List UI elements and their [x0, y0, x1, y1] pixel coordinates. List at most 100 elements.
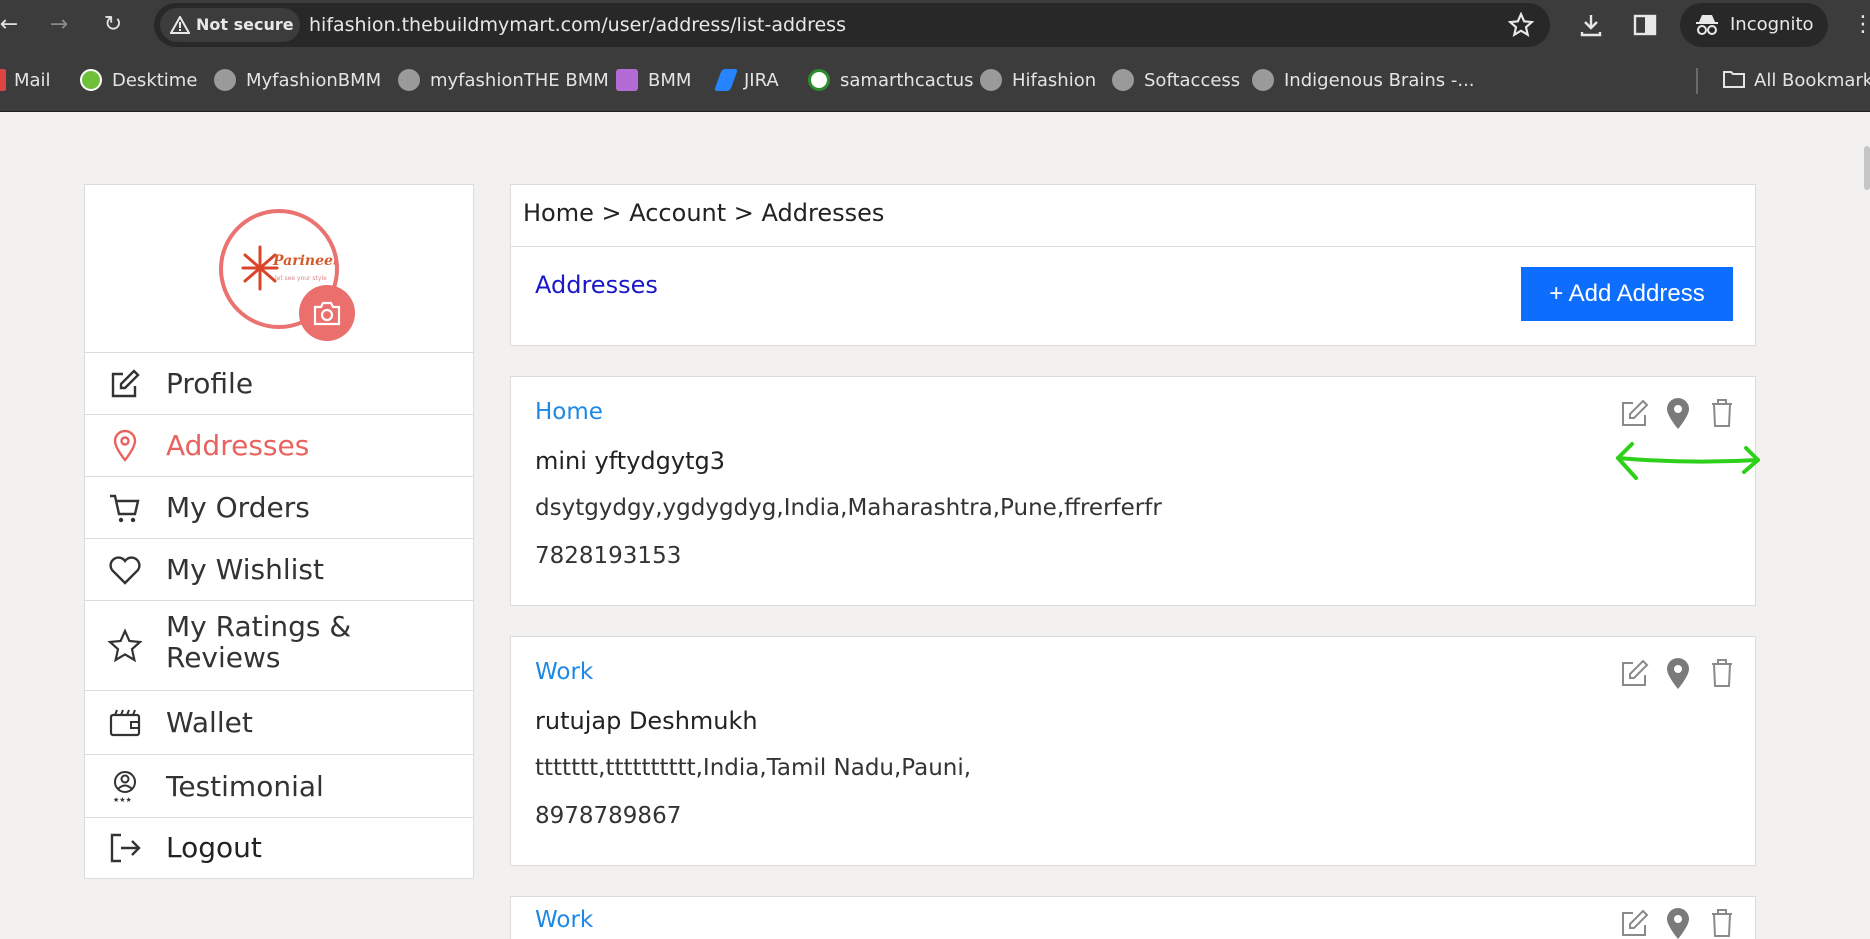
avatar-section: Parineeti let see your style — [85, 185, 473, 353]
logout-icon — [110, 833, 141, 863]
gmail-icon — [0, 69, 6, 91]
address-type: Work — [535, 907, 594, 933]
main-content: Home > Account > Addresses Addresses + A… — [510, 184, 1756, 939]
trash-icon[interactable] — [1707, 397, 1737, 429]
bmm-logo-icon — [616, 69, 638, 91]
globe-icon — [398, 69, 420, 91]
globe-icon — [980, 69, 1002, 91]
change-photo-button[interactable] — [299, 285, 355, 341]
sidebar-item-profile[interactable]: Profile — [85, 353, 473, 415]
sidebar-item-label: Wallet — [166, 706, 253, 739]
camera-icon — [313, 301, 341, 326]
address-bar[interactable]: Not secure hifashion.thebuildmymart.com/… — [154, 3, 1550, 47]
breadcrumb-text[interactable]: Home > Account > Addresses — [523, 199, 884, 227]
account-sidebar: Parineeti let see your style Profile Add… — [84, 184, 474, 879]
browser-toolbar: ← → ↻ Not secure hifashion.thebuildmymar… — [0, 0, 1870, 50]
wallet-icon — [109, 709, 141, 737]
double-arrow-annotation-icon — [1616, 442, 1760, 480]
cactus-icon — [808, 69, 830, 91]
bookmark-myfashionbmm[interactable]: MyfashionBMM — [214, 66, 381, 96]
url-text[interactable]: hifashion.thebuildmymart.com/user/addres… — [309, 3, 846, 47]
logo-text: Parineeti — [273, 253, 339, 269]
location-pin-icon[interactable] — [1663, 907, 1693, 939]
edit-icon — [111, 369, 140, 398]
forward-icon[interactable]: → — [44, 10, 74, 40]
bookmark-samarthcactus[interactable]: samarthcactus — [808, 66, 974, 96]
testimonial-icon: ★★★ — [113, 771, 136, 804]
incognito-indicator[interactable]: Incognito — [1680, 3, 1828, 47]
star-icon — [107, 628, 143, 663]
bookmark-indigenous-brains[interactable]: Indigenous Brains -... — [1252, 66, 1475, 96]
bookmark-bmm[interactable]: BMM — [616, 66, 691, 96]
trash-icon[interactable] — [1707, 907, 1737, 939]
sidebar-item-testimonial[interactable]: ★★★ Testimonial — [85, 755, 473, 818]
globe-icon — [1252, 69, 1274, 91]
bookmark-desktime[interactable]: Desktime — [80, 66, 197, 96]
svg-text:★★★: ★★★ — [113, 796, 132, 804]
scrollbar-thumb[interactable] — [1864, 146, 1870, 190]
sidebar-item-label: Testimonial — [166, 770, 324, 803]
download-icon[interactable] — [1576, 10, 1606, 40]
bookmarks-bar: Mail Desktime MyfashionBMM myfashionTHE … — [0, 50, 1870, 112]
edit-icon[interactable] — [1619, 907, 1649, 939]
sidebar-item-label: My Orders — [166, 491, 310, 524]
bookmark-softaccess[interactable]: Softaccess — [1112, 66, 1240, 96]
address-name: mini yftydgytg3 — [535, 447, 725, 475]
security-label: Not secure — [196, 15, 294, 34]
bookmark-myfashionthebmm[interactable]: myfashionTHE BMM — [398, 66, 609, 96]
location-pin-icon[interactable] — [1663, 397, 1693, 429]
bookmark-mail[interactable]: Mail — [0, 66, 51, 96]
page-title: Addresses — [535, 271, 658, 299]
all-bookmarks[interactable]: All Bookmarks — [1722, 66, 1870, 96]
sidebar-item-logout[interactable]: Logout — [85, 818, 473, 878]
address-card: Home mini yftydgytg3 dsytgydgy,ygdygdyg,… — [510, 376, 1756, 606]
sidebar-item-wallet[interactable]: Wallet — [85, 691, 473, 755]
location-pin-icon — [113, 429, 137, 462]
incognito-icon — [1696, 15, 1718, 35]
edit-icon[interactable] — [1619, 397, 1649, 429]
address-type: Work — [535, 659, 594, 685]
location-pin-icon[interactable] — [1663, 657, 1693, 689]
address-line: ttttttt,tttttttttt,India,Tamil Nadu,Paun… — [535, 755, 972, 781]
sidebar-item-addresses[interactable]: Addresses — [85, 415, 473, 477]
address-name: rutujap Deshmukh — [535, 707, 758, 735]
addresses-header: Addresses + Add Address — [510, 246, 1756, 346]
address-card: Work rutujap Deshmukh ttttttt,tttttttttt… — [510, 636, 1756, 866]
cart-icon — [110, 494, 140, 523]
edit-icon[interactable] — [1619, 657, 1649, 689]
heart-icon — [109, 556, 141, 585]
address-card: Work — [510, 896, 1756, 939]
sidebar-item-label: Logout — [166, 831, 262, 864]
security-chip[interactable]: Not secure — [160, 8, 300, 42]
back-icon[interactable]: ← — [0, 10, 24, 40]
sidebar-item-label: Profile — [166, 367, 254, 400]
trash-icon[interactable] — [1707, 657, 1737, 689]
bookmark-star-icon[interactable] — [1508, 12, 1534, 38]
sidebar-item-my-orders[interactable]: My Orders — [85, 477, 473, 539]
address-phone: 8978789867 — [535, 803, 682, 829]
folder-icon — [1723, 71, 1745, 88]
globe-icon — [1112, 69, 1134, 91]
sidebar-item-label: My Wishlist — [166, 553, 324, 586]
bookmarks-separator — [1696, 68, 1698, 94]
breadcrumb: Home > Account > Addresses — [510, 184, 1756, 246]
side-panel-icon[interactable] — [1630, 10, 1660, 40]
address-line: dsytgydgy,ygdygdyg,India,Maharashtra,Pun… — [535, 495, 1162, 521]
warning-icon — [170, 16, 190, 34]
bookmark-hifashion[interactable]: Hifashion — [980, 66, 1096, 96]
add-address-button[interactable]: + Add Address — [1521, 267, 1733, 321]
globe-icon — [214, 69, 236, 91]
address-phone: 7828193153 — [535, 543, 682, 569]
sidebar-item-label: My Ratings & Reviews — [166, 610, 352, 674]
reload-icon[interactable]: ↻ — [98, 10, 128, 40]
logo-subtext: let see your style — [275, 275, 327, 282]
sidebar-item-label: Addresses — [166, 429, 310, 462]
address-type: Home — [535, 399, 603, 425]
jira-icon — [713, 69, 739, 91]
sidebar-item-my-wishlist[interactable]: My Wishlist — [85, 539, 473, 601]
incognito-label: Incognito — [1730, 14, 1814, 35]
sidebar-item-ratings-reviews[interactable]: My Ratings & Reviews — [85, 601, 473, 691]
desktime-icon — [80, 69, 102, 91]
bookmark-jira[interactable]: JIRA — [713, 66, 779, 96]
menu-kebab-icon[interactable]: ⋮ — [1852, 10, 1870, 40]
